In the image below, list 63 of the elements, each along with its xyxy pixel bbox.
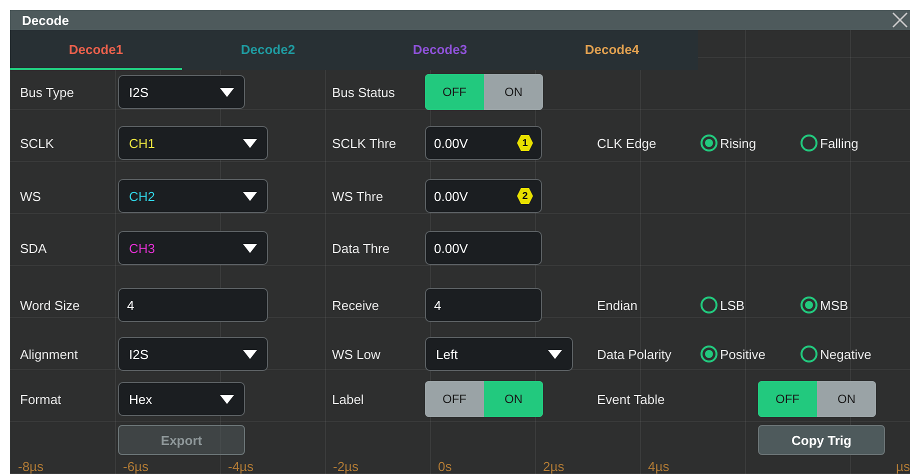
radio-option[interactable]: Falling xyxy=(800,134,900,152)
axis-label: 4µs xyxy=(648,460,670,474)
decode-tab[interactable]: Decode4 xyxy=(526,30,698,70)
field-label: Data Polarity xyxy=(597,346,672,362)
window-title: Decode xyxy=(22,12,69,28)
input-field[interactable]: 0.00V xyxy=(425,231,542,265)
decode-tab[interactable]: Decode1 xyxy=(10,30,182,70)
axis-label: 2µs xyxy=(543,460,566,474)
toggle-option[interactable]: ON xyxy=(484,381,543,417)
radio-option[interactable]: Rising xyxy=(700,134,800,152)
axis-label: -6µs xyxy=(123,460,150,474)
field-label: WS Low xyxy=(332,346,382,362)
caret-down-icon xyxy=(243,244,257,252)
threshold-marker: 2 xyxy=(517,188,533,204)
field-label: SDA xyxy=(20,240,48,256)
radio-option[interactable]: MSB xyxy=(800,296,900,314)
axis-label: -4µs xyxy=(228,460,255,474)
radio-option[interactable]: Negative xyxy=(800,345,900,363)
input-field[interactable]: 0.00V 2 xyxy=(425,179,542,213)
dropdown[interactable]: Hex xyxy=(118,382,245,416)
radio-option[interactable]: Positive xyxy=(700,345,800,363)
field-label: SCLK Thre xyxy=(332,136,398,150)
action-button[interactable]: Copy Trig xyxy=(758,425,885,455)
field-label: WS Thre xyxy=(332,188,384,204)
caret-down-icon xyxy=(243,350,257,358)
decode-tab[interactable]: Decode2 xyxy=(182,30,354,70)
field-label: Data Thre xyxy=(332,240,391,256)
field-label: Receive xyxy=(332,298,380,312)
field-label: Format xyxy=(20,392,62,406)
input-field[interactable]: 4 xyxy=(425,288,542,322)
dropdown[interactable]: CH3 xyxy=(118,231,268,265)
dropdown[interactable]: CH1 xyxy=(118,126,268,160)
toggle-option[interactable]: OFF xyxy=(758,381,817,417)
dropdown[interactable]: CH2 xyxy=(118,179,268,213)
input-field[interactable]: 0.00V 1 xyxy=(425,126,542,160)
caret-down-icon xyxy=(220,88,234,96)
dropdown[interactable]: I2S xyxy=(118,75,245,109)
close-button[interactable] xyxy=(890,10,910,30)
field-label: Endian xyxy=(597,298,638,312)
field-label: Label xyxy=(332,392,365,406)
field-label: Word Size xyxy=(20,298,81,312)
axis-label: -2µs xyxy=(333,460,360,474)
caret-down-icon xyxy=(548,350,562,358)
close-icon xyxy=(892,12,908,28)
field-label: WS xyxy=(20,188,42,204)
axis-label: -8µs xyxy=(18,460,45,474)
axis-label: 0s xyxy=(438,460,453,474)
input-field[interactable]: 4 xyxy=(118,288,268,322)
field-label: Bus Status xyxy=(332,84,396,100)
dropdown[interactable]: I2S xyxy=(118,337,268,371)
field-label: Alignment xyxy=(20,346,79,362)
field-label: Event Table xyxy=(597,392,666,406)
axis-label: µs xyxy=(896,460,910,474)
field-label: CLK Edge xyxy=(597,136,658,150)
field-label: SCLK xyxy=(20,136,55,150)
field-label: Bus Type xyxy=(20,84,75,100)
toggle-option[interactable]: OFF xyxy=(425,74,484,110)
caret-down-icon xyxy=(220,394,234,404)
caret-down-icon xyxy=(243,138,257,148)
dropdown[interactable]: Left xyxy=(425,337,573,371)
caret-down-icon xyxy=(243,192,257,200)
radio-option[interactable]: LSB xyxy=(700,296,800,314)
threshold-marker: 1 xyxy=(517,135,533,151)
